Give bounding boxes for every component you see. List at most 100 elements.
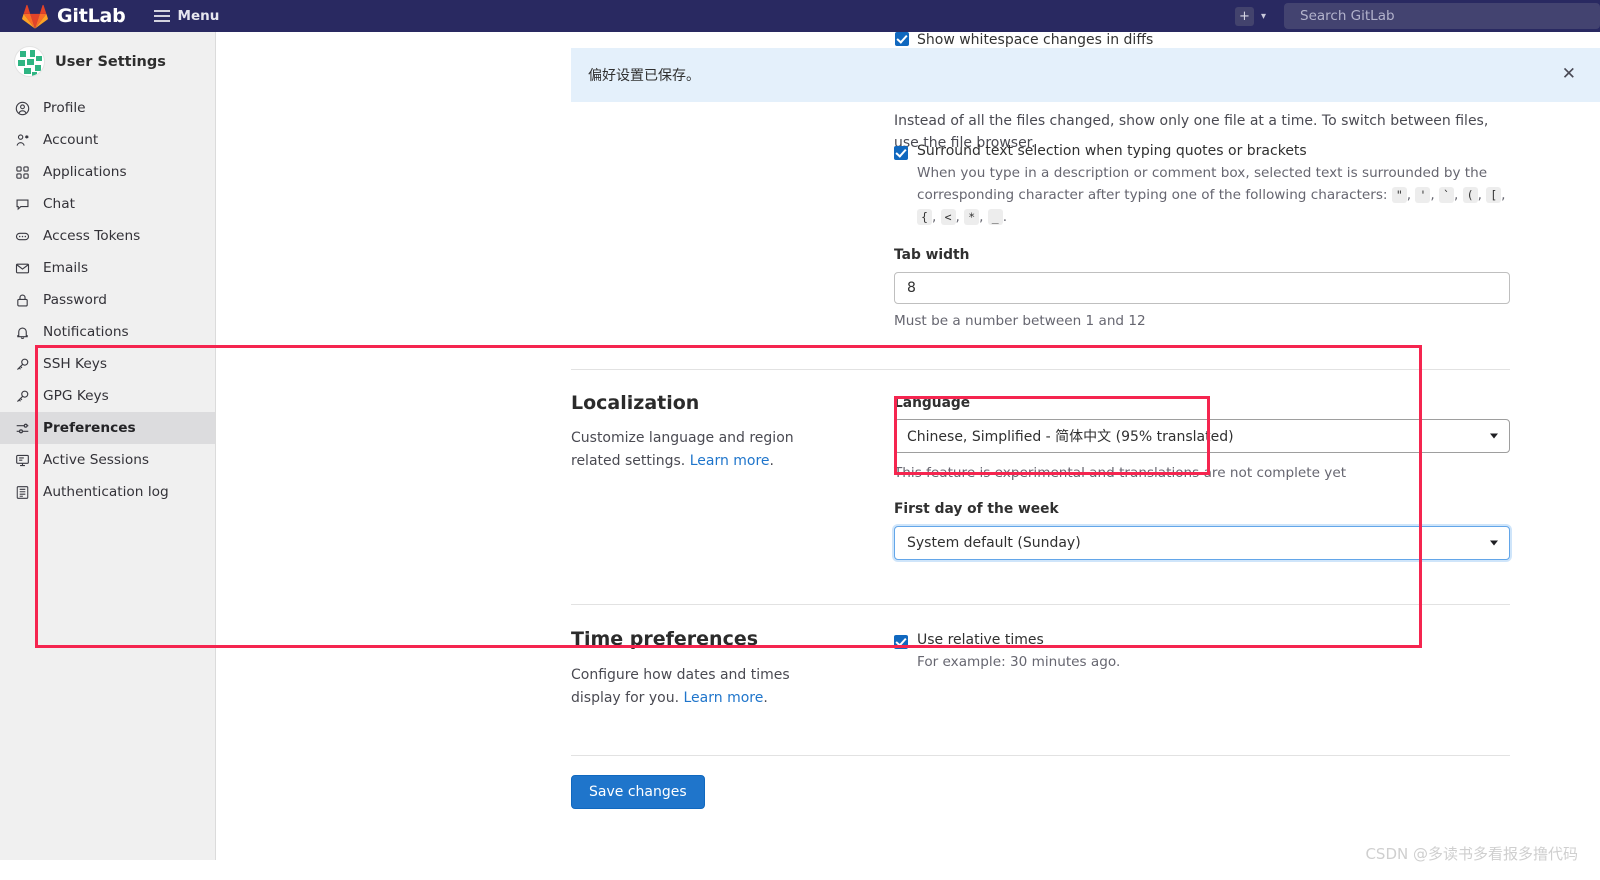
preferences-icon [14,420,31,437]
new-item-button[interactable]: + [1234,6,1254,26]
relative-times-label: Use relative times [917,632,1044,648]
tab-width-label: Tab width [894,247,970,263]
gitlab-home-link[interactable]: GitLab [22,4,126,29]
applications-icon [14,164,31,181]
checkbox-checked-icon[interactable] [895,32,909,46]
sidebar-item-label: Applications [43,164,127,180]
char-chip: * [964,209,980,225]
language-select[interactable]: Chinese, Simplified - 简体中文 (95% translat… [894,419,1510,453]
token-icon [14,228,31,245]
sidebar-item-preferences[interactable]: Preferences [0,412,215,444]
plus-icon: + [1239,8,1250,24]
avatar [14,46,45,77]
gitlab-logo-icon [22,4,48,29]
chat-icon [14,196,31,213]
monitor-icon [14,452,31,469]
sidebar-item-label: Chat [43,196,75,212]
language-label: Language [894,395,971,411]
sidebar-item-ssh-keys[interactable]: SSH Keys [0,348,215,380]
sidebar-item-label: GPG Keys [43,388,109,404]
sidebar-nav-list: Profile Account Applications Chat Access… [0,90,215,508]
section-divider [571,604,1510,605]
sidebar-item-label: Account [43,132,99,148]
relative-times-help: For example: 30 minutes ago. [917,654,1121,670]
time-preferences-learn-more-link[interactable]: Learn more [684,690,764,706]
menu-label: Menu [177,8,220,24]
sidebar-item-label: Password [43,292,107,308]
watermark: CSDN @多读书多看报多撸代码 [1365,845,1578,863]
search-input[interactable] [1298,7,1600,25]
page-title: User Settings [55,53,166,70]
tab-width-help: Must be a number between 1 and 12 [894,313,1146,329]
char-chip: " [1391,187,1407,203]
lock-icon [14,292,31,309]
localization-section-desc: Customize language and region related se… [571,430,794,469]
alert-message: 偏好设置已保存。 [588,68,700,84]
localization-section-title: Localization [571,392,700,414]
tab-width-input[interactable]: 8 [894,272,1510,304]
sidebar-item-notifications[interactable]: Notifications [0,316,215,348]
time-preferences-section-title: Time preferences [571,628,759,650]
user-circle-icon [14,100,31,117]
char-chip: { [917,209,932,225]
sidebar-header: User Settings [0,32,215,90]
preferences-saved-alert: 偏好设置已保存。 ✕ [571,48,1600,102]
chevron-down-icon [1490,433,1498,439]
hamburger-icon [153,10,170,22]
sidebar-item-label: Access Tokens [43,228,141,244]
language-help: This feature is experimental and transla… [894,465,1347,481]
sidebar-item-profile[interactable]: Profile [0,92,215,124]
log-icon [14,484,31,501]
sidebar-item-label: SSH Keys [43,356,107,372]
language-selected-value: Chinese, Simplified - 简体中文 (95% translat… [907,429,1234,445]
char-chip: ' [1415,187,1431,203]
first-day-label: First day of the week [894,501,1059,517]
char-chip: < [940,209,956,225]
checkbox-checked-icon[interactable] [894,146,908,160]
sidebar-item-label: Active Sessions [43,452,150,468]
surround-text-label: Surround text selection when typing quot… [917,143,1307,159]
sidebar-item-account[interactable]: Account [0,124,215,156]
relative-times-checkbox-row[interactable]: Use relative times For example: 30 minut… [894,632,1394,673]
char-chip: [ [1486,187,1502,203]
key-icon [14,388,31,405]
sidebar-item-label: Emails [43,260,89,276]
sidebar-item-password[interactable]: Password [0,284,215,316]
checkbox-checked-icon[interactable] [894,635,908,649]
char-chip: _ [987,209,1003,225]
surround-text-checkbox-row[interactable]: Surround text selection when typing quot… [894,143,1514,228]
key-icon [14,356,31,373]
char-chip: ( [1462,187,1478,203]
save-changes-button[interactable]: Save changes [571,775,705,809]
tab-width-value: 8 [907,280,916,296]
whitespace-diff-checkbox-row[interactable]: Show whitespace changes in diffs [895,32,1153,48]
sidebar-item-label: Profile [43,100,86,116]
localization-learn-more-link[interactable]: Learn more [690,453,770,469]
sidebar-item-access-tokens[interactable]: Access Tokens [0,220,215,252]
preferences-content: Show whitespace changes in diffs 偏好设置已保存… [216,32,1600,880]
envelope-icon [14,260,31,277]
sidebar-item-label: Notifications [43,324,129,340]
sidebar-item-authentication-log[interactable]: Authentication log [0,476,215,508]
account-icon [14,132,31,149]
sidebar-item-label: Preferences [43,420,136,436]
sidebar-item-chat[interactable]: Chat [0,188,215,220]
chevron-down-icon [1490,540,1498,546]
first-day-select[interactable]: System default (Sunday) [894,526,1510,560]
char-chip: ` [1439,187,1454,203]
search-box[interactable] [1284,3,1600,29]
sidebar-item-gpg-keys[interactable]: GPG Keys [0,380,215,412]
main-menu-button[interactable]: Menu [153,8,220,24]
close-icon[interactable]: ✕ [1562,66,1576,83]
first-day-selected-value: System default (Sunday) [907,535,1081,551]
chevron-down-icon[interactable]: ▾ [1261,11,1266,22]
settings-sidebar: User Settings Profile Account Applicatio… [0,32,216,860]
sidebar-item-active-sessions[interactable]: Active Sessions [0,444,215,476]
bell-icon [14,324,31,341]
surround-text-help: When you type in a description or commen… [917,165,1506,225]
sidebar-item-label: Authentication log [43,484,169,500]
section-divider [571,755,1510,756]
sidebar-item-emails[interactable]: Emails [0,252,215,284]
sidebar-item-applications[interactable]: Applications [0,156,215,188]
navbar-right-group: + ▾ [1234,0,1600,32]
